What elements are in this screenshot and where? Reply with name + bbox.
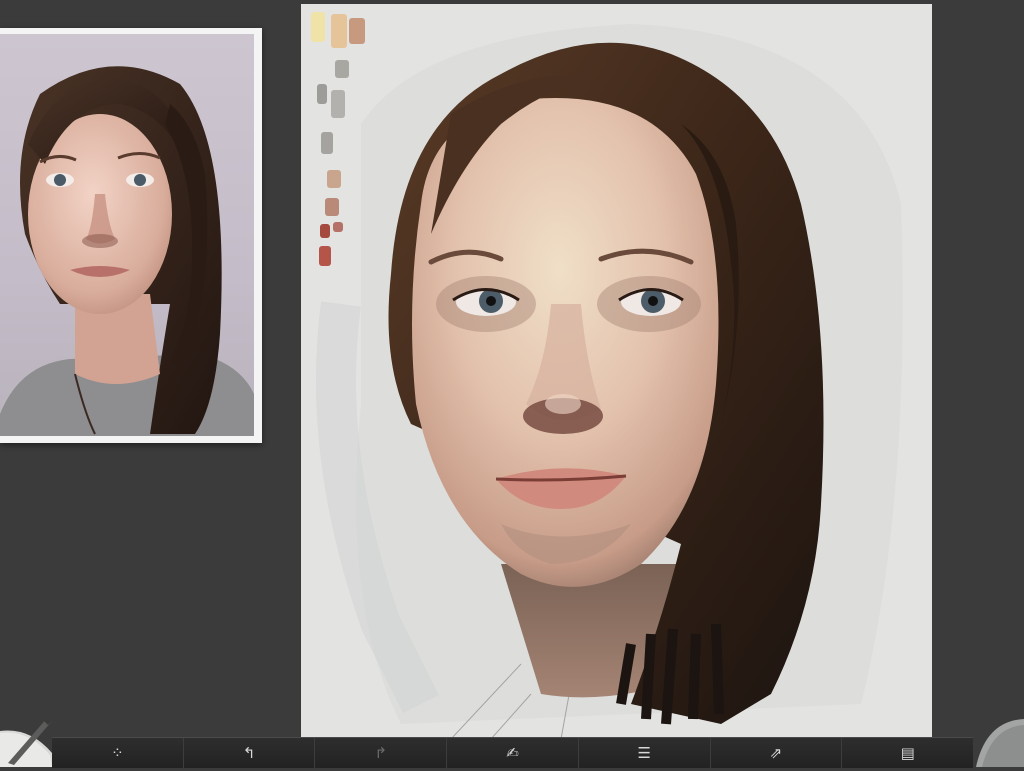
color-picker-corner[interactable] — [972, 715, 1024, 767]
palette-swatch[interactable] — [335, 60, 349, 78]
gallery-button[interactable]: ▤ — [841, 738, 973, 768]
redo-icon: ↱ — [374, 744, 388, 762]
folder-icon: ▤ — [900, 744, 915, 762]
export-icon: ⇗ — [769, 744, 783, 762]
palette-swatch[interactable] — [320, 224, 330, 238]
portrait-painting — [316, 24, 903, 739]
palette-swatch[interactable] — [327, 170, 341, 188]
palette-swatch[interactable] — [349, 18, 365, 44]
layers-button[interactable]: ☰ — [577, 738, 710, 768]
painting-canvas[interactable] — [301, 4, 932, 739]
figure-icon: ✍ — [506, 744, 519, 762]
reference-button[interactable]: ✍ — [446, 738, 578, 768]
undo-icon: ↰ — [242, 744, 256, 762]
color-wheel-icon — [976, 719, 1024, 767]
palette-swatch[interactable] — [319, 246, 331, 266]
palette-swatch[interactable] — [321, 132, 333, 154]
palette-swatch[interactable] — [311, 12, 325, 42]
dots-icon: ⁘ — [111, 744, 124, 762]
bottom-toolbar: ⁘ ↰ ↱ ✍ ☰ ⇗ ▤ — [52, 737, 973, 768]
export-button[interactable]: ⇗ — [709, 738, 842, 768]
brush-settings-button[interactable]: ⁘ — [52, 738, 183, 768]
layers-icon: ☰ — [637, 744, 651, 762]
palette-swatch[interactable] — [331, 14, 347, 48]
palette-swatch[interactable] — [317, 84, 327, 104]
tool-picker-corner[interactable] — [0, 713, 56, 767]
palette-swatch[interactable] — [331, 90, 345, 118]
reference-portrait-image — [0, 66, 254, 436]
palette-swatch[interactable] — [333, 222, 343, 232]
redo-button[interactable]: ↱ — [314, 738, 446, 768]
reference-photo-panel[interactable] — [0, 28, 262, 443]
undo-button[interactable]: ↰ — [182, 738, 315, 768]
reference-photo — [0, 34, 254, 436]
palette-swatch[interactable] — [325, 198, 339, 216]
brush-tool-icon — [0, 717, 56, 767]
